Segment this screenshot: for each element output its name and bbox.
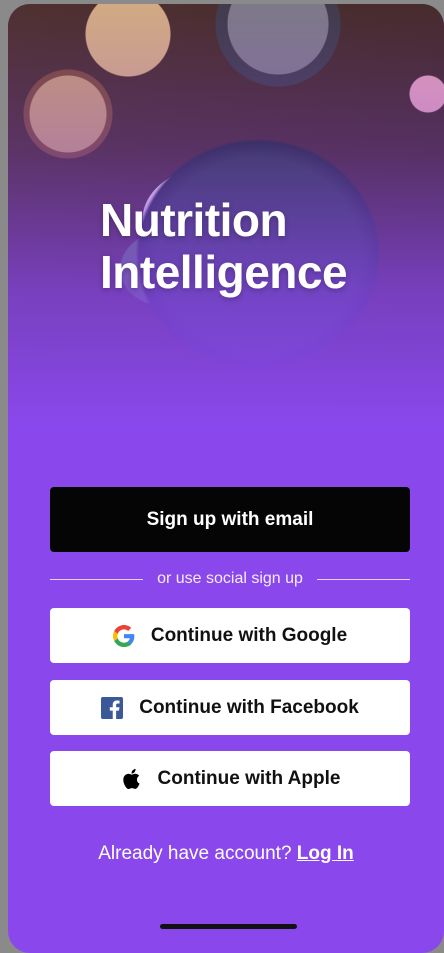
- home-indicator[interactable]: [160, 924, 297, 929]
- sign-up-email-label: Sign up with email: [146, 508, 314, 530]
- continue-facebook-button[interactable]: Continue with Facebook: [50, 680, 410, 735]
- app-title-line-1: Nutrition: [100, 194, 288, 246]
- continue-apple-label: Continue with Apple: [157, 767, 341, 789]
- continue-google-button[interactable]: Continue with Google: [50, 608, 410, 663]
- google-icon: [112, 624, 135, 647]
- divider-text: or use social sign up: [157, 570, 303, 587]
- divider-line-right: [316, 578, 411, 580]
- app-title: Nutrition Intelligence: [100, 194, 348, 298]
- sign-up-email-button[interactable]: Sign up with email: [50, 487, 410, 552]
- app-title-line-2: Intelligence: [100, 246, 348, 298]
- apple-icon: [120, 768, 142, 790]
- login-prompt-text: Already have account?: [98, 843, 292, 864]
- social-divider: or use social sign up: [50, 568, 411, 590]
- continue-google-label: Continue with Google: [150, 624, 348, 646]
- divider-line-left: [50, 578, 144, 580]
- phone-screen: Nutrition Intelligence Sign up with emai…: [8, 4, 444, 953]
- log-in-link[interactable]: Log In: [297, 843, 354, 864]
- facebook-icon: [101, 696, 124, 719]
- continue-apple-button[interactable]: Continue with Apple: [50, 751, 410, 806]
- continue-facebook-label: Continue with Facebook: [139, 696, 359, 718]
- login-prompt: Already have account? Log In: [8, 843, 444, 865]
